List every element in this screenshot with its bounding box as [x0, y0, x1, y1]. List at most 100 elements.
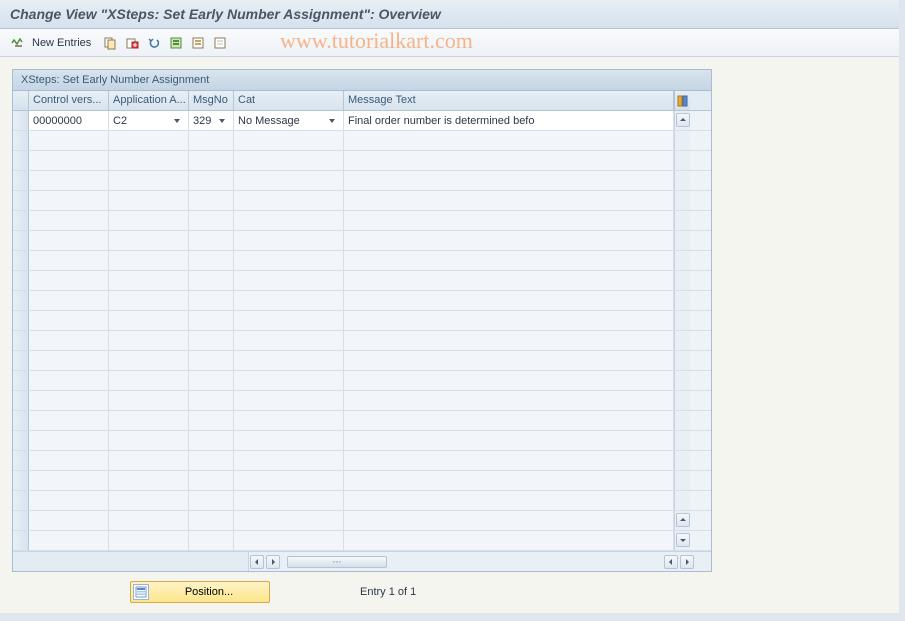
cell-control-version[interactable]	[29, 171, 109, 190]
cell-msgno[interactable]: 329	[189, 111, 234, 130]
cell-msgno[interactable]	[189, 171, 234, 190]
cell-message-text[interactable]	[344, 471, 674, 490]
cell-application-area[interactable]	[109, 211, 189, 230]
col-header-msgno[interactable]: MsgNo	[189, 91, 234, 110]
col-header-application-area[interactable]: Application A...	[109, 91, 189, 110]
cell-application-area[interactable]	[109, 291, 189, 310]
cell-control-version[interactable]	[29, 231, 109, 250]
cell-control-version[interactable]: 00000000	[29, 111, 109, 130]
cell-control-version[interactable]	[29, 271, 109, 290]
cell-application-area[interactable]	[109, 351, 189, 370]
row-selector[interactable]	[13, 531, 29, 550]
chevron-down-icon[interactable]	[325, 114, 339, 128]
cell-cat[interactable]	[234, 271, 344, 290]
cell-control-version[interactable]	[29, 211, 109, 230]
select-block-icon[interactable]	[189, 34, 207, 52]
cell-cat[interactable]	[234, 471, 344, 490]
cell-control-version[interactable]	[29, 431, 109, 450]
row-selector[interactable]	[13, 331, 29, 350]
cell-cat[interactable]	[234, 531, 344, 550]
delete-icon[interactable]	[123, 34, 141, 52]
cell-cat[interactable]	[234, 171, 344, 190]
cell-application-area[interactable]	[109, 511, 189, 530]
select-all-icon[interactable]	[167, 34, 185, 52]
cell-msgno[interactable]	[189, 371, 234, 390]
cell-msgno[interactable]	[189, 451, 234, 470]
vscroll-up-button[interactable]	[674, 111, 690, 130]
cell-msgno[interactable]	[189, 511, 234, 530]
cell-message-text[interactable]	[344, 451, 674, 470]
row-selector[interactable]	[13, 291, 29, 310]
cell-message-text[interactable]	[344, 151, 674, 170]
cell-control-version[interactable]	[29, 131, 109, 150]
cell-control-version[interactable]	[29, 351, 109, 370]
cell-message-text[interactable]	[344, 171, 674, 190]
cell-application-area[interactable]	[109, 171, 189, 190]
hscroll-right-inner-button[interactable]	[266, 555, 280, 569]
cell-cat[interactable]	[234, 371, 344, 390]
cell-application-area[interactable]	[109, 491, 189, 510]
cell-application-area[interactable]	[109, 451, 189, 470]
hscroll-thumb[interactable]	[287, 556, 387, 568]
cell-message-text[interactable]	[344, 411, 674, 430]
position-button[interactable]: Position...	[130, 581, 270, 603]
cell-message-text[interactable]	[344, 511, 674, 530]
cell-message-text[interactable]	[344, 231, 674, 250]
deselect-all-icon[interactable]	[211, 34, 229, 52]
row-selector[interactable]	[13, 511, 29, 530]
cell-application-area[interactable]	[109, 371, 189, 390]
cell-application-area[interactable]	[109, 311, 189, 330]
cell-msgno[interactable]	[189, 291, 234, 310]
cell-msgno[interactable]	[189, 531, 234, 550]
row-selector[interactable]	[13, 391, 29, 410]
cell-message-text[interactable]	[344, 431, 674, 450]
cell-message-text[interactable]	[344, 391, 674, 410]
cell-msgno[interactable]	[189, 211, 234, 230]
cell-msgno[interactable]	[189, 251, 234, 270]
cell-message-text[interactable]	[344, 351, 674, 370]
cell-cat[interactable]	[234, 351, 344, 370]
cell-application-area[interactable]	[109, 531, 189, 550]
cell-msgno[interactable]	[189, 471, 234, 490]
hscroll-track[interactable]	[283, 554, 661, 570]
copy-as-icon[interactable]	[101, 34, 119, 52]
cell-msgno[interactable]	[189, 271, 234, 290]
cell-cat[interactable]	[234, 491, 344, 510]
cell-control-version[interactable]	[29, 451, 109, 470]
cell-control-version[interactable]	[29, 371, 109, 390]
cell-cat[interactable]	[234, 151, 344, 170]
col-header-cat[interactable]: Cat	[234, 91, 344, 110]
col-header-control-version[interactable]: Control vers...	[29, 91, 109, 110]
cell-application-area[interactable]	[109, 411, 189, 430]
cell-application-area[interactable]	[109, 251, 189, 270]
cell-application-area[interactable]	[109, 271, 189, 290]
hscroll-left-button[interactable]	[250, 555, 264, 569]
row-selector[interactable]	[13, 411, 29, 430]
cell-cat[interactable]	[234, 451, 344, 470]
cell-msgno[interactable]	[189, 391, 234, 410]
row-selector[interactable]	[13, 171, 29, 190]
hscroll-right-button[interactable]	[680, 555, 694, 569]
cell-cat[interactable]	[234, 251, 344, 270]
cell-message-text[interactable]	[344, 131, 674, 150]
cell-message-text[interactable]	[344, 251, 674, 270]
cell-control-version[interactable]	[29, 291, 109, 310]
cell-message-text[interactable]: Final order number is determined befo	[344, 111, 674, 130]
row-selector[interactable]	[13, 431, 29, 450]
cell-cat[interactable]	[234, 431, 344, 450]
cell-message-text[interactable]	[344, 491, 674, 510]
row-selector[interactable]	[13, 451, 29, 470]
cell-control-version[interactable]	[29, 531, 109, 550]
cell-msgno[interactable]	[189, 231, 234, 250]
select-all-rows[interactable]	[13, 91, 29, 110]
configure-columns-icon[interactable]	[674, 91, 690, 110]
cell-control-version[interactable]	[29, 511, 109, 530]
cell-msgno[interactable]	[189, 431, 234, 450]
cell-application-area[interactable]	[109, 231, 189, 250]
cell-application-area[interactable]	[109, 191, 189, 210]
cell-msgno[interactable]	[189, 131, 234, 150]
cell-control-version[interactable]	[29, 491, 109, 510]
cell-cat[interactable]	[234, 391, 344, 410]
cell-msgno[interactable]	[189, 351, 234, 370]
row-selector[interactable]	[13, 111, 29, 130]
